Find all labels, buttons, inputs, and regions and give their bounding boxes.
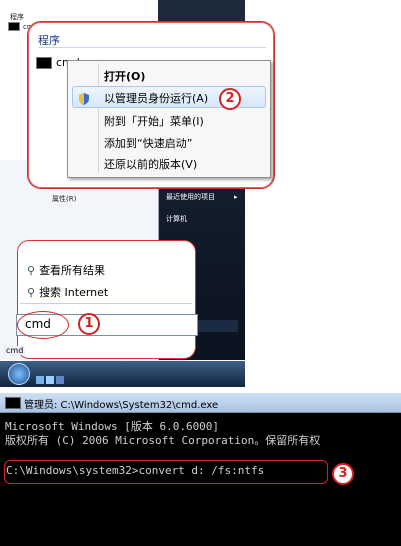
properties-item[interactable]: 属性(R) [52, 194, 76, 204]
search-icon: ⚲ [27, 263, 36, 277]
folder-icon[interactable] [46, 376, 54, 384]
cmd-command-highlight [4, 460, 328, 484]
computer-item[interactable]: 计算机 [166, 214, 187, 224]
cmd-line-2: 版权所有 (C) 2006 Microsoft Corporation。保留所有… [5, 434, 321, 447]
start-orb-icon[interactable] [8, 363, 30, 385]
search-highlight [17, 311, 69, 339]
menu-restore-versions[interactable]: 还原以前的版本(V) [104, 156, 197, 172]
cmd-icon [8, 22, 20, 31]
cmd-icon [36, 56, 52, 69]
callout-2: 2 [219, 88, 241, 110]
taskbar-cmd-label: cmd [4, 346, 26, 355]
chevron-right-icon: ▸ [234, 193, 238, 201]
search-divider [20, 303, 192, 304]
shutdown-area[interactable] [198, 320, 238, 332]
start-menu-top-label: 程序 [10, 13, 24, 21]
callout-3: 3 [332, 463, 354, 485]
popup-divider [38, 47, 266, 48]
menu-run-as-admin[interactable]: 以管理员身份运行(A) [104, 90, 208, 106]
popup-header: 程序 [38, 34, 60, 47]
see-all-results-link[interactable]: ⚲ 查看所有结果 [27, 262, 105, 278]
quick-launch-icons[interactable] [36, 369, 66, 384]
media-icon[interactable] [56, 376, 64, 384]
recent-items[interactable]: 最近使用的项目 [166, 192, 215, 202]
menu-open[interactable]: 打开(O) [104, 68, 145, 84]
search-icon: ⚲ [27, 285, 36, 299]
search-internet-link[interactable]: ⚲ 搜索 Internet [27, 284, 108, 300]
cmd-title: 管理员: C:\Windows\System32\cmd.exe [24, 400, 219, 411]
ie-icon[interactable] [36, 376, 44, 384]
callout-1: 1 [78, 313, 100, 335]
cmd-icon [5, 397, 21, 409]
shield-icon [78, 90, 90, 105]
menu-quick-launch[interactable]: 添加到“快速启动” [104, 135, 192, 151]
menu-pin-start[interactable]: 附到「开始」菜单(I) [104, 113, 204, 129]
context-menu-gutter [98, 63, 99, 173]
